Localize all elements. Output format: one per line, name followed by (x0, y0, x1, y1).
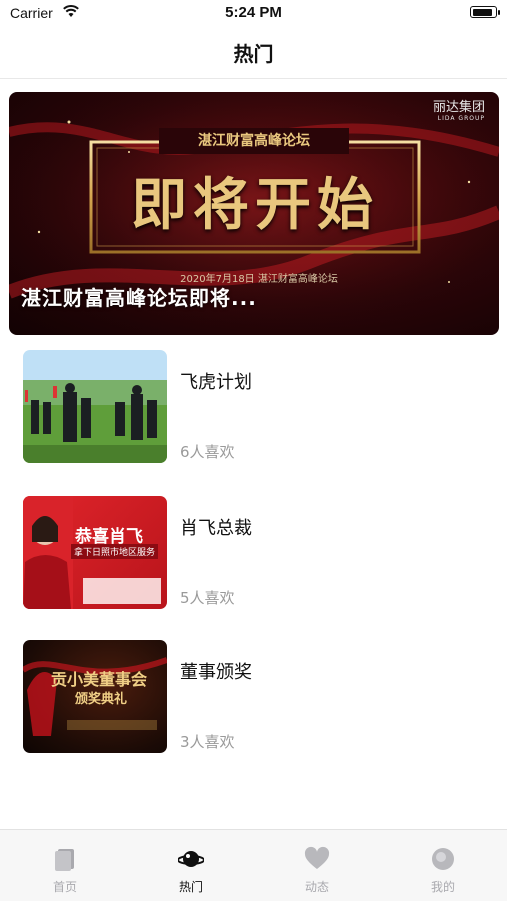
heart-icon (304, 846, 330, 869)
item-likes: 6人喜欢 (180, 443, 235, 461)
tab-home[interactable]: 首页 (2, 830, 128, 901)
item-title: 董事颁奖 (180, 662, 252, 683)
tab-label: 首页 (52, 880, 77, 894)
navigation-bar: 热门 (0, 28, 507, 79)
thumbnail-image: 贡小美董事会 颁奖典礼 (23, 640, 167, 753)
item-likes: 5人喜欢 (180, 589, 235, 607)
status-bar: Carrier 5:24 PM (0, 0, 507, 28)
tab-moments[interactable]: 动态 (254, 830, 380, 901)
banner-headline: 即将开始 (131, 172, 379, 238)
tab-bar: 首页 热门 动态 我的 (0, 829, 507, 901)
tab-profile[interactable]: 我的 (380, 830, 506, 901)
banner-caption: 湛江财富高峰论坛即将... (21, 286, 257, 310)
list-item[interactable]: 贡小美董事会 颁奖典礼 董事颁奖 3人喜欢 (0, 640, 507, 755)
list-item[interactable]: 恭喜肖飞 拿下日照市地区服务 肖飞总裁 5人喜欢 (0, 496, 507, 611)
item-likes: 3人喜欢 (180, 733, 235, 751)
item-title: 飞虎计划 (180, 372, 252, 393)
tab-label: 热门 (178, 880, 203, 894)
featured-banner[interactable]: 丽达集团 LIDA GROUP 湛江财富高峰论坛 即将开始 2020年7月18日… (9, 92, 499, 335)
tab-label: 动态 (304, 880, 329, 894)
thumb-subline: 颁奖典礼 (75, 692, 128, 707)
thumb-headline: 贡小美董事会 (51, 670, 148, 689)
tab-label: 我的 (430, 880, 455, 894)
item-title: 肖飞总裁 (180, 518, 252, 539)
battery-icon (470, 6, 500, 18)
profile-icon (432, 848, 454, 870)
book-icon (55, 849, 74, 871)
thumbnail-image (23, 350, 167, 463)
thumbnail-image: 恭喜肖飞 拿下日照市地区服务 (23, 496, 167, 609)
clock: 5:24 PM (225, 4, 282, 21)
tab-popular[interactable]: 热门 (128, 830, 254, 901)
planet-icon (178, 851, 204, 867)
banner-subtitle: 湛江财富高峰论坛 (198, 133, 310, 149)
thumb-subline: 拿下日照市地区服务 (71, 544, 159, 559)
list-item[interactable]: 飞虎计划 6人喜欢 (0, 350, 507, 465)
brand-logo: 丽达集团 LIDA GROUP (432, 100, 485, 122)
page-title: 热门 (233, 42, 274, 66)
